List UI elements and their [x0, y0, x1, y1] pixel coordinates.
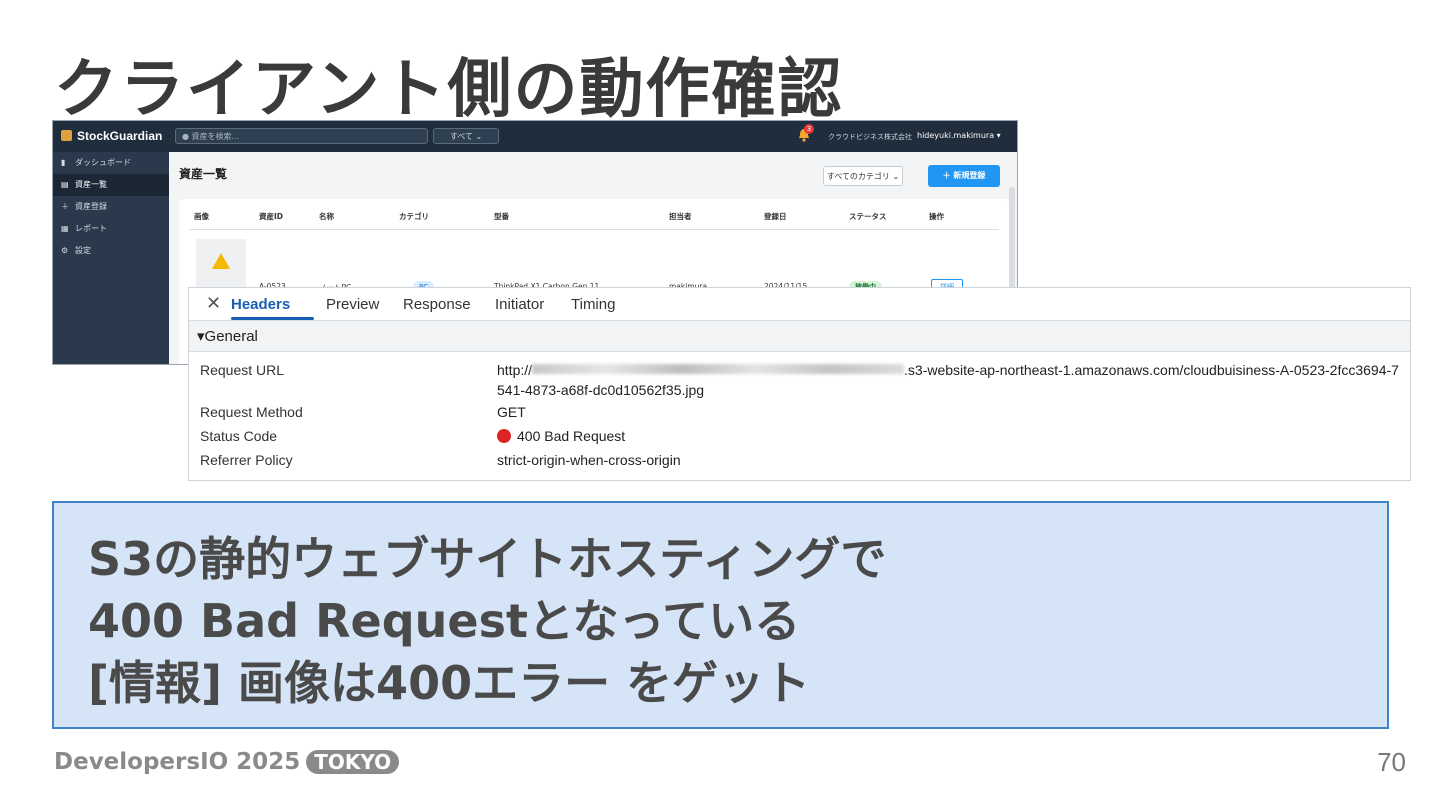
callout-box: S3の静的ウェブサイトホスティングで 400 Bad Requestとなっている… [52, 501, 1389, 729]
request-url-value[interactable]: http:// .s3-website-ap-northeast-1.amazon… [497, 362, 1399, 378]
chevron-down-icon: ⌄ [475, 132, 483, 141]
scope-select[interactable]: すべて ⌄ [433, 128, 499, 144]
footer-brand-text: DevelopersIO 2025 [54, 749, 301, 775]
category-select[interactable]: すべてのカテゴリ ⌄ [823, 166, 903, 186]
app-brand[interactable]: StockGuardian [61, 129, 162, 143]
user-menu[interactable]: hideyuki.makimura ▾ [917, 131, 1001, 140]
error-dot-icon [497, 429, 511, 443]
table-header: 画像 資産ID 名称 カテゴリ 型番 担当者 登録日 ステータス 操作 [189, 199, 999, 230]
sidebar: ▮ ダッシュボード ▤ 資産一覧 ＋ 資産登録 ▦ レポート ⚙ 設定 [53, 152, 169, 364]
column-header[interactable]: ステータス [849, 211, 887, 222]
callout-line-2: 400 Bad Requestとなっている [88, 594, 801, 648]
status-code-text: 400 Bad Request [517, 428, 626, 444]
sidebar-item-label: ダッシュボード [75, 158, 131, 167]
footer-brand: DevelopersIO 2025 TOKYO [54, 749, 400, 775]
tab-response[interactable]: Response [403, 296, 471, 313]
notification-badge: 3 [804, 124, 814, 134]
new-register-button[interactable]: ＋ 新規登録 [928, 165, 1000, 187]
list-icon: ▤ [61, 180, 69, 189]
page-number: 70 [1377, 747, 1406, 777]
sidebar-item-label: 資産一覧 [75, 180, 107, 189]
search-placeholder: 資産を検索... [191, 132, 240, 141]
referrer-policy-label: Referrer Policy [200, 452, 293, 468]
app-header: StockGuardian ● 資産を検索... すべて ⌄ 3 クラウドビジネ… [53, 121, 1017, 152]
request-url-label: Request URL [200, 362, 285, 378]
sidebar-item-settings[interactable]: ⚙ 設定 [53, 240, 169, 262]
sidebar-item-label: 設定 [75, 246, 91, 255]
tab-preview[interactable]: Preview [326, 296, 379, 313]
brand-label: StockGuardian [77, 129, 163, 143]
column-header[interactable]: 画像 [194, 211, 209, 222]
cube-logo-icon [61, 130, 72, 141]
gear-icon: ⚙ [61, 246, 69, 255]
search-icon: ● [182, 132, 192, 141]
request-url-value-line2[interactable]: 541-4873-a68f-dc0d10562f35.jpg [497, 382, 704, 398]
status-code-value: 400 Bad Request [497, 428, 625, 444]
asset-thumbnail[interactable] [196, 239, 246, 287]
request-method-value: GET [497, 404, 526, 420]
column-header[interactable]: 登録日 [764, 211, 787, 222]
callout-line-3: [情報] 画像は400エラー をゲット [88, 656, 811, 710]
sidebar-item-asset-list[interactable]: ▤ 資産一覧 [53, 174, 169, 196]
section-label: ▾General [197, 328, 258, 345]
column-header[interactable]: 型番 [494, 211, 509, 222]
sidebar-item-asset-register[interactable]: ＋ 資産登録 [53, 196, 169, 218]
dashboard-icon: ▮ [61, 158, 66, 167]
url-prefix: http:// [497, 362, 533, 378]
column-header[interactable]: 資産ID [259, 211, 283, 222]
slide-title: クライアント側の動作確認 [54, 53, 844, 127]
tab-timing[interactable]: Timing [571, 296, 615, 313]
bell-icon[interactable]: 3 [798, 124, 814, 142]
page-title: 資産一覧 [179, 167, 228, 181]
plus-icon: ＋ [61, 202, 69, 211]
callout-line-1: S3の静的ウェブサイトホスティングで [88, 532, 887, 586]
active-tab-indicator [231, 317, 314, 320]
sidebar-item-report[interactable]: ▦ レポート [53, 218, 169, 240]
redacted-bucket-name [532, 364, 905, 374]
asset-search-input[interactable]: ● 資産を検索... [175, 128, 428, 144]
referrer-policy-value: strict-origin-when-cross-origin [497, 452, 681, 468]
sidebar-item-label: 資産登録 [75, 202, 107, 211]
scope-select-value: すべて [449, 132, 473, 141]
tab-initiator[interactable]: Initiator [495, 296, 544, 313]
status-code-label: Status Code [200, 428, 278, 444]
company-name: クラウドビジネス株式会社 [828, 133, 912, 141]
warning-icon [212, 253, 230, 269]
request-method-label: Request Method [200, 404, 303, 420]
sidebar-item-dashboard[interactable]: ▮ ダッシュボード [53, 152, 169, 174]
column-header[interactable]: 名称 [319, 211, 334, 222]
devtools-panel: ✕ Headers Preview Response Initiator Tim… [188, 287, 1411, 481]
column-header[interactable]: 操作 [929, 211, 944, 222]
devtools-tab-bar: ✕ Headers Preview Response Initiator Tim… [189, 288, 1410, 321]
tab-headers[interactable]: Headers [231, 296, 290, 313]
sidebar-item-label: レポート [75, 224, 107, 233]
column-header[interactable]: カテゴリ [399, 211, 429, 222]
column-header[interactable]: 担当者 [669, 211, 692, 222]
close-icon[interactable]: ✕ [206, 293, 221, 314]
general-section-header[interactable]: ▾General [189, 321, 1410, 352]
category-select-value: すべてのカテゴリ [826, 172, 890, 181]
url-suffix: .s3-website-ap-northeast-1.amazonaws.com… [904, 362, 1399, 378]
footer-badge: TOKYO [306, 750, 400, 774]
report-icon: ▦ [61, 224, 69, 233]
